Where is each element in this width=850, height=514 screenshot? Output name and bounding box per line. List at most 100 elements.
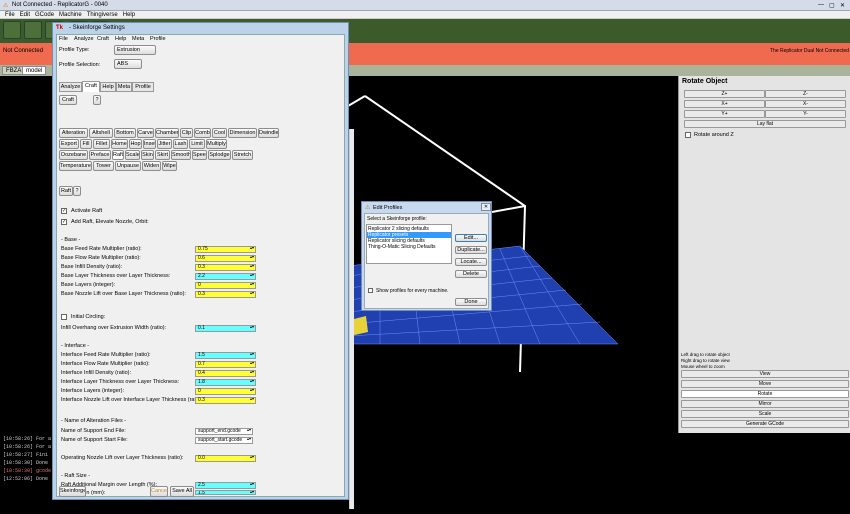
plugin-bottom-button[interactable]: Bottom — [114, 128, 136, 138]
sf-menu-craft[interactable]: Craft — [97, 36, 109, 42]
plugin-alteration-button[interactable]: Alteration — [59, 128, 88, 138]
menu-thingiverse[interactable]: Thingiverse — [87, 11, 118, 19]
tab-meta[interactable]: Meta — [116, 82, 132, 92]
done-button[interactable]: Done — [455, 298, 487, 306]
raft-help-button[interactable]: ? — [73, 186, 81, 196]
maximize-button[interactable]: ▢ — [829, 2, 835, 9]
view-button[interactable]: View — [681, 370, 849, 378]
move-button[interactable]: Move — [681, 380, 849, 388]
rotate-around-z-checkbox[interactable] — [685, 132, 691, 138]
tab-model[interactable]: model — [22, 66, 47, 75]
base-setting-field[interactable]: 0.3 — [195, 264, 256, 271]
plugin-clip-button[interactable]: Clip — [180, 128, 193, 138]
sf-menu-meta[interactable]: Meta — [132, 36, 144, 42]
show-all-profiles-checkbox[interactable] — [368, 288, 373, 293]
plugin-limit-button[interactable]: Limit — [189, 139, 205, 149]
plugin-chamber-button[interactable]: Chamber — [155, 128, 179, 138]
plugin-speed-button[interactable]: Speed — [192, 150, 207, 160]
skeinforge-button[interactable]: Skeinforge — [59, 486, 86, 497]
plugin-skirt-button[interactable]: Skirt — [155, 150, 170, 160]
rotate-x-minus-button[interactable]: X- — [765, 100, 846, 108]
rotate-z-plus-button[interactable]: Z+ — [684, 90, 765, 98]
plugin-raft-button[interactable]: Raft — [112, 150, 124, 160]
plugin-stretch-button[interactable]: Stretch — [232, 150, 253, 160]
plugin-inset-button[interactable]: Inset — [143, 139, 156, 149]
tab-craft[interactable]: Craft — [82, 81, 100, 92]
craft-help-button[interactable]: ? — [93, 95, 101, 105]
generate-gcode-button[interactable]: Generate GCode — [681, 420, 849, 428]
sf-menu-file[interactable]: File — [59, 36, 68, 42]
plugin-fillet-button[interactable]: Fillet — [93, 139, 110, 149]
duplicate-profile-button[interactable]: Duplicate... — [455, 246, 487, 254]
sf-menu-profile[interactable]: Profile — [150, 36, 166, 42]
plugin-multiply-button[interactable]: Multiply — [206, 139, 227, 149]
rotate-button[interactable]: Rotate — [681, 390, 849, 398]
plugin-cool-button[interactable]: Cool — [212, 128, 227, 138]
plugin-oozebane-button[interactable]: Oozebane — [59, 150, 88, 160]
support-start-field[interactable]: support_start.gcode — [195, 437, 253, 444]
interface-setting-field[interactable]: 1.8 — [195, 379, 256, 386]
tab-analyze[interactable]: Analyze — [59, 82, 82, 92]
build-icon[interactable] — [3, 21, 21, 39]
interface-setting-field[interactable]: 0.7 — [195, 361, 256, 368]
cancel-button[interactable]: Cancel — [150, 486, 168, 497]
interface-setting-field[interactable]: 1.5 — [195, 352, 256, 359]
menu-machine[interactable]: Machine — [59, 11, 82, 19]
lay-flat-button[interactable]: Lay flat — [684, 120, 846, 128]
plugin-dimension-button[interactable]: Dimension — [228, 128, 257, 138]
rotate-z-minus-button[interactable]: Z- — [765, 90, 846, 98]
rotate-y-minus-button[interactable]: Y- — [765, 110, 846, 118]
edit-profile-button[interactable]: Edit... — [455, 234, 487, 242]
interface-setting-field[interactable]: 0 — [195, 388, 256, 395]
plugin-home-button[interactable]: Home — [111, 139, 128, 149]
craft-sub-button[interactable]: Craft — [59, 95, 77, 105]
plugin-carve-button[interactable]: Carve — [137, 128, 154, 138]
minimize-button[interactable]: — — [818, 2, 824, 8]
add-raft-checkbox[interactable]: ✓ — [61, 219, 67, 225]
operating-lift-field[interactable]: 0.0 — [195, 455, 256, 462]
plugin-wipe-button[interactable]: Wipe — [162, 161, 177, 171]
infill-overhang-field[interactable]: 0.1 — [195, 325, 256, 332]
locate-profile-button[interactable]: Locate... — [455, 258, 487, 266]
plugin-splodge-button[interactable]: Splodge — [208, 150, 231, 160]
rotate-x-plus-button[interactable]: X+ — [684, 100, 765, 108]
sf-menu-analyze[interactable]: Analyze — [74, 36, 94, 42]
base-setting-field[interactable]: 2.2 — [195, 273, 256, 280]
mirror-button[interactable]: Mirror — [681, 400, 849, 408]
plugin-comb-button[interactable]: Comb — [194, 128, 211, 138]
raft-margin-over-length-field[interactable]: 2.5 — [195, 482, 256, 489]
plugin-dwindle-button[interactable]: Dwindle — [258, 128, 279, 138]
menu-help[interactable]: Help — [123, 11, 135, 19]
tab-profile[interactable]: Profile — [132, 82, 154, 92]
base-setting-field[interactable]: 0 — [195, 282, 256, 289]
raft-tab-button[interactable]: Raft — [59, 186, 73, 196]
base-setting-field[interactable]: 0.75 — [195, 246, 256, 253]
activate-raft-checkbox[interactable]: ✓ — [61, 208, 67, 214]
profile-selection-select[interactable]: ABS — [114, 59, 142, 69]
plugin-skin-button[interactable]: Skin — [141, 150, 154, 160]
initial-circling-checkbox[interactable] — [61, 314, 67, 320]
plugin-hop-button[interactable]: Hop — [129, 139, 142, 149]
scale-button[interactable]: Scale — [681, 410, 849, 418]
plugin-preface-button[interactable]: Preface — [89, 150, 111, 160]
rotate-y-plus-button[interactable]: Y+ — [684, 110, 765, 118]
plugin-fill-button[interactable]: Fill — [80, 139, 92, 149]
base-setting-field[interactable]: 0.3 — [195, 291, 256, 298]
profile-type-select[interactable]: Extrusion — [114, 45, 156, 55]
plugin-tower-button[interactable]: Tower — [93, 161, 114, 171]
dialog-close-button[interactable]: ✕ — [481, 203, 491, 211]
plugin-altshell-button[interactable]: Altshell — [89, 128, 113, 138]
settings-scrollbar[interactable] — [349, 129, 354, 509]
tab-help[interactable]: Help — [100, 82, 116, 92]
support-end-field[interactable]: support_end.gcode — [195, 428, 253, 435]
plugin-unpause-button[interactable]: Unpause — [115, 161, 141, 171]
raft-margin-field[interactable]: 1.5 — [195, 490, 256, 495]
plugin-temperature-button[interactable]: Temperature — [59, 161, 92, 171]
interface-setting-field[interactable]: 0.3 — [195, 397, 256, 404]
list-item[interactable]: Thing-O-Matic Slicing Defaults — [367, 244, 451, 250]
plugin-widen-button[interactable]: Widen — [142, 161, 161, 171]
menu-gcode[interactable]: GCode — [35, 11, 54, 19]
delete-profile-button[interactable]: Delete — [455, 270, 487, 278]
close-button[interactable]: ✕ — [840, 2, 845, 9]
menu-edit[interactable]: Edit — [20, 11, 30, 19]
